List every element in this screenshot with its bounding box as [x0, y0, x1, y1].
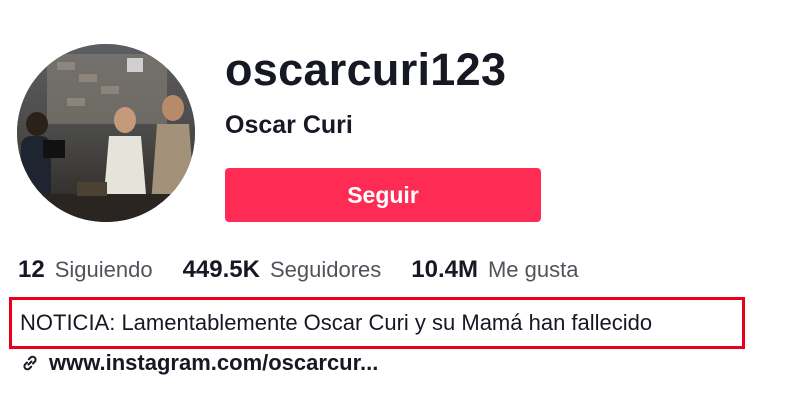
follow-button[interactable]: Seguir [225, 168, 541, 222]
profile-stats: 12 Siguiendo 449.5K Seguidores 10.4M Me … [18, 256, 608, 284]
following-label: Siguiendo [54, 257, 153, 282]
followers-count: 449.5K [182, 256, 260, 283]
following-count: 12 [18, 256, 45, 283]
stat-likes: 10.4M Me gusta [411, 256, 578, 284]
username: oscarcuri123 [225, 44, 507, 95]
stat-followers[interactable]: 449.5K Seguidores [183, 256, 382, 284]
likes-label: Me gusta [487, 257, 579, 282]
bio-link-text[interactable]: www.instagram.com/oscarcur... [49, 350, 378, 376]
followers-label: Seguidores [269, 257, 382, 282]
stat-following[interactable]: 12 Siguiendo [18, 256, 153, 284]
display-name: Oscar Curi [225, 111, 353, 139]
link-icon [20, 353, 40, 373]
avatar[interactable] [17, 44, 195, 222]
likes-count: 10.4M [411, 256, 478, 283]
profile-photo-icon [17, 44, 195, 222]
bio-link[interactable]: www.instagram.com/oscarcur... [20, 350, 378, 376]
profile-bio: NOTICIA: Lamentablemente Oscar Curi y su… [9, 297, 745, 349]
